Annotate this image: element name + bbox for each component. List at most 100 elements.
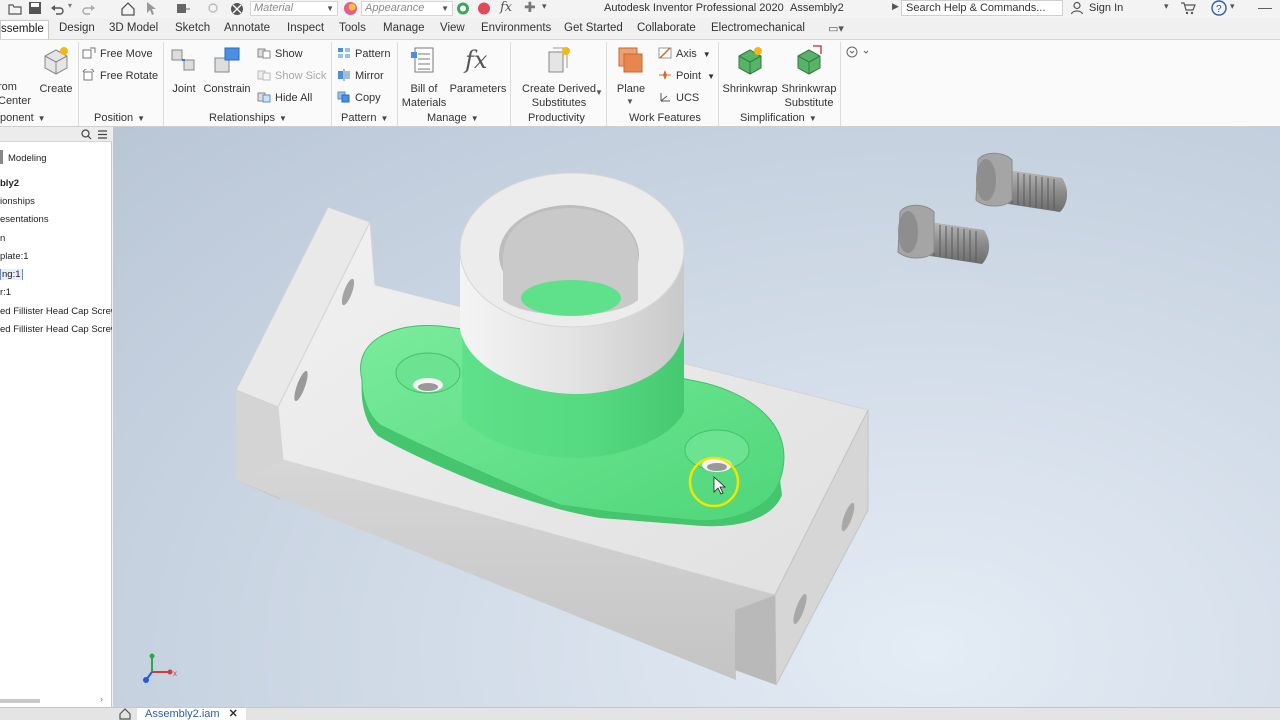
user-icon[interactable] [1070,1,1084,15]
tree-item-cylinder[interactable]: r:1 [0,287,112,298]
browser-tab-modeling[interactable]: Modeling [8,153,47,164]
constrain-label: Constrain [203,83,251,95]
tab-sketch[interactable]: Sketch [175,22,210,34]
appearance-select[interactable]: Appearance ▼ [361,1,453,16]
tab-design[interactable]: Design [59,22,95,34]
point-button[interactable]: Point ▼ [658,69,715,84]
tab-assemble[interactable]: ssemble [0,20,49,40]
tab-tools[interactable]: Tools [339,22,366,34]
close-icon[interactable]: ✕ [229,708,238,720]
browser-scrollbar[interactable] [0,699,40,703]
clear-appearance-icon[interactable] [477,1,491,16]
tab-get-started[interactable]: Get Started [564,22,623,34]
customize-dropdown-icon[interactable]: ▾ [542,1,547,16]
axis-button[interactable]: Axis ▼ [658,47,711,62]
home-tab-icon[interactable] [118,708,132,720]
ribbon-options-icon[interactable] [846,46,870,58]
tab-collaborate[interactable]: Collaborate [637,22,696,34]
appearance-icon[interactable] [343,1,358,16]
shrinkwrap-button[interactable]: Shrinkwrap [722,44,778,96]
chevron-right-icon[interactable]: ▶ [892,1,899,12]
undo-dropdown-icon[interactable]: ▾ [68,1,72,16]
group-work-features-label: Work Features [629,112,701,124]
scroll-right-icon[interactable]: › [100,694,103,704]
tab-3d-model[interactable]: 3D Model [109,22,158,34]
show-icon [257,48,271,59]
free-rotate-button[interactable]: Free Rotate [82,69,158,83]
group-relationships[interactable]: Relationships ▼ [209,112,287,124]
document-tab[interactable]: Assembly2.iam ✕ [137,708,246,720]
shrinkwrap-substitute-button[interactable]: Shrinkwrap Substitute [780,44,838,110]
view-triad-icon[interactable]: x [143,653,177,684]
pattern-button[interactable]: Pattern [337,47,390,61]
redo-icon[interactable] [82,1,96,16]
plane-button[interactable]: Plane [612,44,650,96]
no-material-icon[interactable] [230,1,244,16]
graphics-viewport[interactable]: x [113,127,1280,707]
tab-annotate[interactable]: Annotate [224,22,270,34]
undo-icon[interactable] [50,1,64,16]
tree-item-assembly[interactable]: bly2 [0,178,112,189]
tree-item-plate[interactable]: plate:1 [0,251,112,262]
tree-item-bearing[interactable]: ng:1 [0,269,112,280]
tree-item-relationships[interactable]: ionships [0,196,112,207]
cylinder-sleeve[interactable] [459,172,685,394]
hide-all-button[interactable]: Hide All [257,91,312,105]
adjust-icon[interactable] [456,1,470,16]
tree-item-representations[interactable]: esentations [0,214,112,225]
tree-item-screw-2[interactable]: ed Fillister Head Cap Screw [0,324,112,335]
group-pattern[interactable]: Pattern ▼ [341,112,388,124]
bill-of-materials-button[interactable]: Bill of Materials [400,44,448,110]
cart-icon[interactable] [1180,1,1196,15]
measure-icon[interactable] [206,1,220,16]
help-icon[interactable]: ? [1211,0,1227,16]
select-icon[interactable] [144,1,158,16]
free-move-label: Free Move [100,48,153,60]
group-simplification[interactable]: Simplification ▼ [740,112,817,124]
mirror-button[interactable]: Mirror [337,69,384,83]
ground-icon[interactable] [175,1,191,16]
constrain-button[interactable]: Constrain [203,44,251,96]
save-icon[interactable] [28,1,42,16]
search-icon[interactable] [81,129,92,140]
sign-in-dropdown-icon[interactable]: ▾ [1164,1,1169,12]
group-manage[interactable]: Manage ▼ [427,112,479,124]
copy-button[interactable]: Copy [337,91,381,105]
group-position[interactable]: Position ▼ [94,112,145,124]
tab-inspect[interactable]: Inspect [287,22,324,34]
joint-button[interactable]: Joint [168,44,200,96]
create-component-button[interactable]: Create [38,44,74,96]
screw-1[interactable] [975,152,1068,212]
parameters-button[interactable]: fx Parameters [449,44,507,96]
plus-icon[interactable]: ✚ [524,0,536,16]
place-from-content-center-button[interactable]: rom Center [0,80,32,108]
group-productivity[interactable]: Productivity [528,112,585,124]
model-canvas[interactable]: x [113,127,1280,707]
create-derived-substitutes-button[interactable]: Create Derived Substitutes [516,44,602,110]
fx-icon[interactable]: fx [500,1,512,16]
tree-item-origin[interactable]: n [0,233,112,244]
free-move-button[interactable]: Free Move [82,47,153,61]
derived-dropdown-icon[interactable]: ▼ [595,88,603,97]
show-sick-button[interactable]: Show Sick [257,69,326,83]
tab-view[interactable]: View [440,22,465,34]
minimize-icon[interactable]: — [1258,0,1272,15]
tab-electromechanical[interactable]: Electromechanical [711,22,805,34]
ribbon-display-icon[interactable]: ▭▾ [828,22,844,35]
home-icon[interactable] [120,1,136,16]
tree-item-screw-1[interactable]: ed Fillister Head Cap Screw [0,306,112,317]
sign-in-link[interactable]: Sign In [1089,2,1123,14]
show-button[interactable]: Show [257,47,303,61]
open-icon[interactable] [8,1,22,16]
group-component[interactable]: ponent ▼ [0,112,46,124]
tab-manage[interactable]: Manage [383,22,425,34]
search-input[interactable]: Search Help & Commands... [901,0,1063,16]
menu-icon[interactable] [97,129,108,140]
group-work-features[interactable]: Work Features [629,112,701,124]
material-select[interactable]: Material ▼ [250,1,338,16]
plane-dropdown-icon[interactable]: ▼ [626,97,634,106]
screw-2[interactable] [897,204,990,264]
tab-environments[interactable]: Environments [481,22,551,34]
help-dropdown-icon[interactable]: ▾ [1230,1,1235,12]
ucs-button[interactable]: UCS [658,91,699,105]
